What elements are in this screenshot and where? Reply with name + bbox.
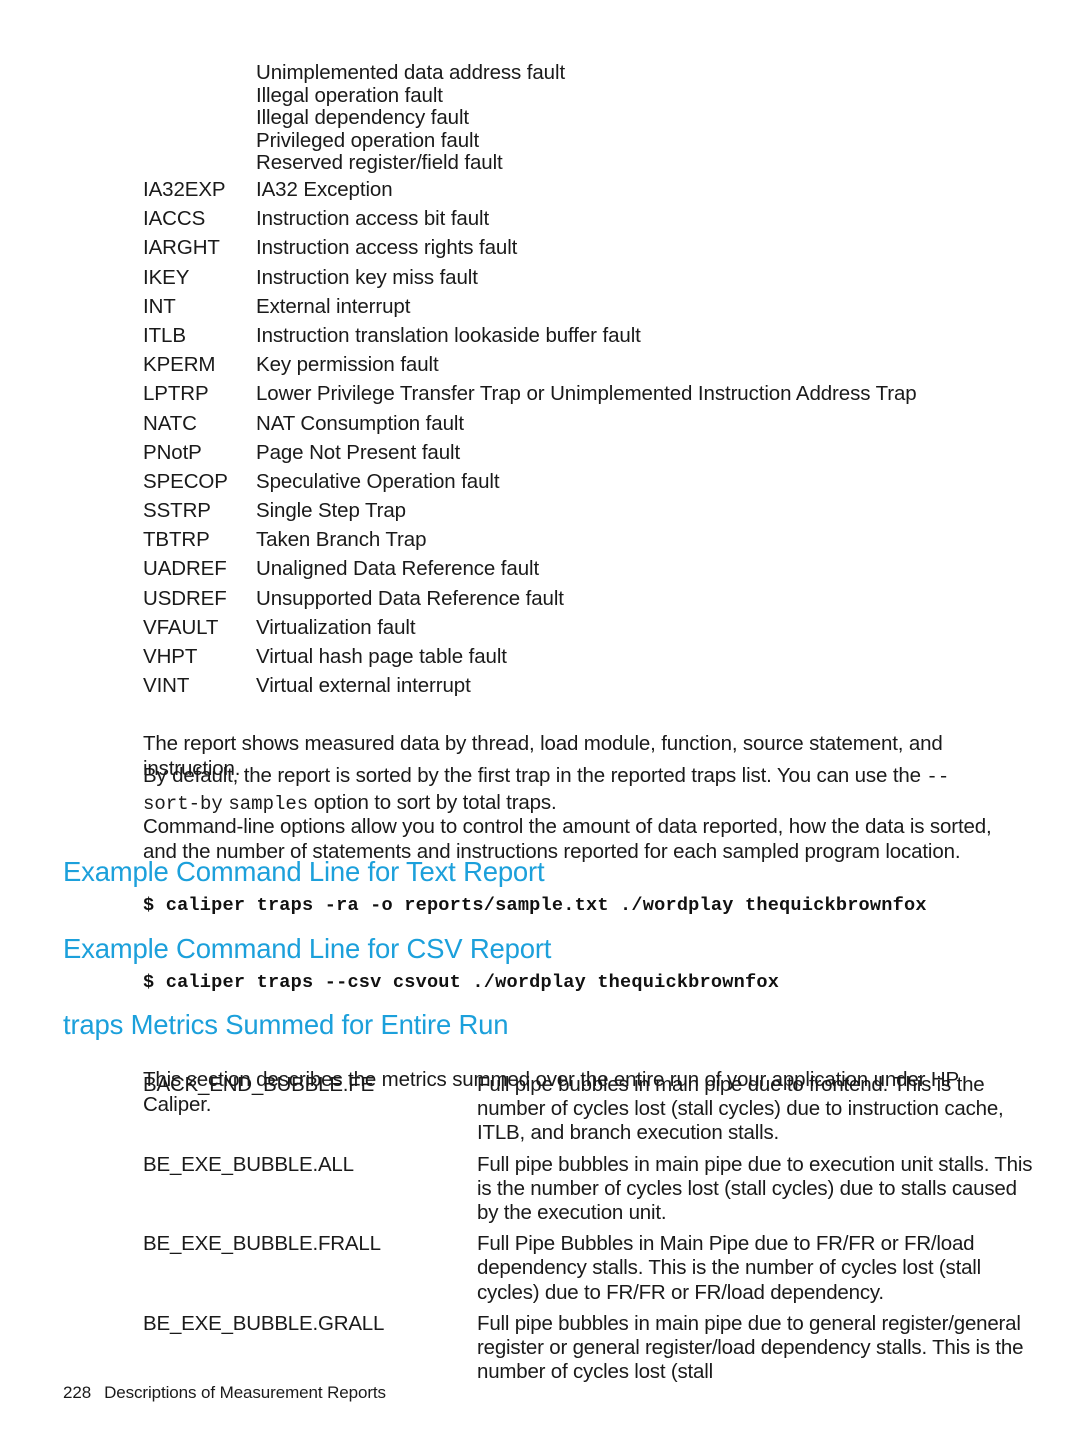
metric-term: BACK_END_BUBBLE.FE xyxy=(143,1073,375,1096)
trap-definition-row: SSTRP Single Step Trap xyxy=(143,498,1043,527)
trap-description: Virtualization fault xyxy=(256,615,416,639)
trap-term: SPECOP xyxy=(143,469,228,493)
metrics-definition-list: BACK_END_BUBBLE.FE Full pipe bubbles in … xyxy=(143,1073,1043,1391)
trap-description: External interrupt xyxy=(256,294,411,318)
trap-description: Speculative Operation fault xyxy=(256,469,500,493)
trap-definition-row: IA32EXP IA32 Exception xyxy=(143,177,1043,206)
continued-fault-line: Illegal dependency fault xyxy=(256,106,470,130)
metric-description: Full Pipe Bubbles in Main Pipe due to FR… xyxy=(477,1232,981,1304)
heading-text-report: Example Command Line for Text Report xyxy=(63,856,545,887)
trap-term: NATC xyxy=(143,411,197,435)
trap-definition-row: USDREF Unsupported Data Reference fault xyxy=(143,586,1043,615)
trap-description: Single Step Trap xyxy=(256,499,406,523)
trap-description: IA32 Exception xyxy=(256,178,393,201)
trap-term: VINT xyxy=(143,674,190,698)
sort-text-suffix: option to sort by total traps. xyxy=(308,791,557,814)
trap-definition-list: IA32EXP IA32 Exception IACCS Instruction… xyxy=(143,177,1043,702)
trap-description: Page Not Present fault xyxy=(256,440,461,464)
trap-description: Instruction translation lookaside buffer… xyxy=(256,323,641,347)
trap-definition-row: IARGHT Instruction access rights fault xyxy=(143,235,1043,264)
samples-option: samples xyxy=(228,793,309,815)
heading-traps-metrics: traps Metrics Summed for Entire Run xyxy=(63,1009,509,1040)
continued-fault-line: Reserved register/field fault xyxy=(256,151,503,175)
trap-description: Unaligned Data Reference fault xyxy=(256,557,540,581)
metric-description: Full pipe bubbles in main pipe due to ex… xyxy=(477,1152,1033,1225)
metric-term: BE_EXE_BUBBLE.GRALL xyxy=(143,1311,385,1335)
trap-definition-row: VHPT Virtual hash page table fault xyxy=(143,644,1043,673)
trap-description: Taken Branch Trap xyxy=(256,528,427,552)
metric-row: BE_EXE_BUBBLE.ALL Full pipe bubbles in m… xyxy=(143,1153,1043,1226)
document-page: Unimplemented data address fault Illegal… xyxy=(0,0,1080,1438)
sort-text-prefix: By default, the report is sorted by the … xyxy=(143,763,927,787)
trap-definition-row: SPECOP Speculative Operation fault xyxy=(143,469,1043,498)
trap-description: Virtual hash page table fault xyxy=(256,645,507,668)
page-footer: 228 Descriptions of Measurement Reports xyxy=(63,1383,386,1403)
trap-definition-row: INT External interrupt xyxy=(143,294,1043,323)
trap-description: NAT Consumption fault xyxy=(256,411,464,435)
metric-description: Full pipe bubbles in main pipe due to fr… xyxy=(477,1073,1004,1145)
metric-row: BACK_END_BUBBLE.FE Full pipe bubbles in … xyxy=(143,1073,1043,1146)
trap-term: TBTRP xyxy=(143,528,210,552)
footer-page-number: 228 xyxy=(63,1383,92,1402)
trap-definition-row: LPTRP Lower Privilege Transfer Trap or U… xyxy=(143,381,1043,410)
trap-definition-row: VINT Virtual external interrupt xyxy=(143,673,1043,702)
trap-term: SSTRP xyxy=(143,499,211,523)
trap-term: IKEY xyxy=(143,265,190,289)
trap-description: Instruction access rights fault xyxy=(256,236,518,260)
trap-term: KPERM xyxy=(143,353,216,377)
continued-fault-list: Unimplemented data address fault Illegal… xyxy=(256,61,956,175)
trap-definition-row: PNotP Page Not Present fault xyxy=(143,440,1043,469)
trap-term: IA32EXP xyxy=(143,178,226,201)
heading-csv-report: Example Command Line for CSV Report xyxy=(63,933,552,964)
trap-description: Key permission fault xyxy=(256,353,439,377)
paragraph-default-sort: By default, the report is sorted by the … xyxy=(143,763,1005,818)
trap-description: Virtual external interrupt xyxy=(256,674,471,698)
trap-definition-row: KPERM Key permission fault xyxy=(143,352,1043,381)
trap-definition-row: IKEY Instruction key miss fault xyxy=(143,265,1043,294)
footer-chapter-title: Descriptions of Measurement Reports xyxy=(104,1383,386,1402)
metric-description: Full pipe bubbles in main pipe due to ge… xyxy=(477,1311,1024,1384)
trap-description: Instruction access bit fault xyxy=(256,207,490,231)
metric-term: BE_EXE_BUBBLE.ALL xyxy=(143,1152,354,1176)
metric-term: BE_EXE_BUBBLE.FRALL xyxy=(143,1232,381,1256)
trap-term: VFAULT xyxy=(143,615,219,639)
trap-description: Instruction key miss fault xyxy=(256,265,478,289)
trap-definition-row: TBTRP Taken Branch Trap xyxy=(143,527,1043,556)
trap-term: PNotP xyxy=(143,440,202,464)
trap-term: LPTRP xyxy=(143,382,209,406)
trap-description: Lower Privilege Transfer Trap or Unimple… xyxy=(256,382,917,406)
metric-row: BE_EXE_BUBBLE.GRALL Full pipe bubbles in… xyxy=(143,1312,1043,1385)
trap-term: IACCS xyxy=(143,207,206,231)
continued-fault-line: Unimplemented data address fault xyxy=(256,61,566,84)
command-line-text-report: $ caliper traps -ra -o reports/sample.tx… xyxy=(143,895,927,916)
trap-definition-row: NATC NAT Consumption fault xyxy=(143,411,1043,440)
metric-row: BE_EXE_BUBBLE.FRALL Full Pipe Bubbles in… xyxy=(143,1232,1043,1305)
continued-fault-line: Illegal operation fault xyxy=(256,83,443,107)
trap-term: INT xyxy=(143,294,176,318)
trap-definition-row: VFAULT Virtualization fault xyxy=(143,615,1043,644)
trap-definition-row: ITLB Instruction translation lookaside b… xyxy=(143,323,1043,352)
trap-description: Unsupported Data Reference fault xyxy=(256,586,564,610)
trap-definition-row: IACCS Instruction access bit fault xyxy=(143,206,1043,235)
trap-term: IARGHT xyxy=(143,236,220,260)
trap-term: USDREF xyxy=(143,586,227,610)
trap-definition-row: UADREF Unaligned Data Reference fault xyxy=(143,556,1043,585)
trap-term: UADREF xyxy=(143,557,227,581)
continued-fault-line: Privileged operation fault xyxy=(256,128,480,152)
trap-term: ITLB xyxy=(143,323,186,347)
trap-term: VHPT xyxy=(143,645,198,668)
command-line-csv-report: $ caliper traps --csv csvout ./wordplay … xyxy=(143,972,780,993)
